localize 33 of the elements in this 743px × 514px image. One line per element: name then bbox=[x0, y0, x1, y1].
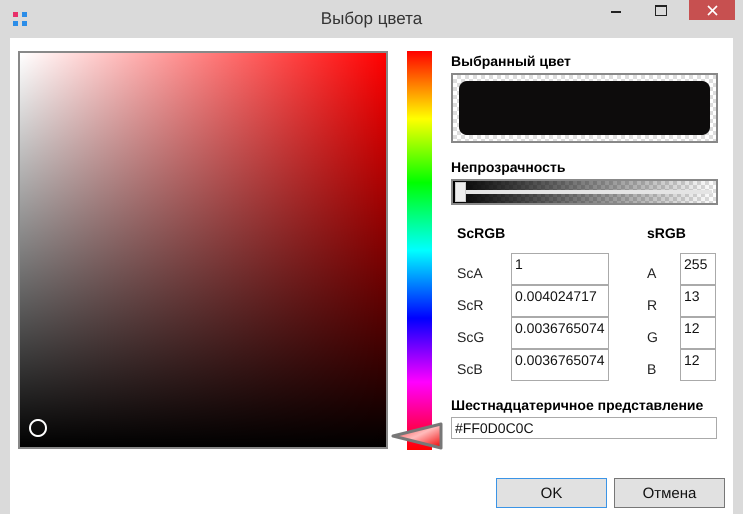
scrgb-heading: ScRGB bbox=[457, 225, 506, 243]
maximize-icon bbox=[655, 4, 667, 16]
app-icon bbox=[13, 12, 27, 26]
value-field[interactable]: 0.0036765074 bbox=[511, 317, 609, 349]
close-icon bbox=[706, 4, 718, 16]
selected-color-label: Выбранный цвет bbox=[451, 53, 571, 69]
field-label: A bbox=[647, 264, 656, 281]
value-field[interactable]: 1 bbox=[511, 253, 609, 285]
value-field[interactable]: 0.004024717 bbox=[511, 285, 609, 317]
srgb-heading: sRGB bbox=[647, 225, 686, 243]
field-label: ScA bbox=[457, 264, 483, 281]
value-field[interactable]: 12 bbox=[680, 349, 716, 381]
field-label: ScR bbox=[457, 296, 484, 313]
value-field[interactable]: 0.0036765074 bbox=[511, 349, 609, 381]
hex-label: Шестнадцатеричное представление bbox=[451, 397, 704, 413]
dialog-button[interactable]: OK bbox=[496, 478, 607, 508]
dialog-button[interactable]: Отмена bbox=[614, 478, 725, 508]
field-label: G bbox=[647, 328, 658, 345]
picker-circle[interactable] bbox=[29, 419, 47, 437]
value-field[interactable]: 13 bbox=[680, 285, 716, 317]
window-title: Выбор цвета bbox=[320, 9, 422, 29]
opacity-slider[interactable] bbox=[451, 179, 718, 205]
color-field[interactable] bbox=[18, 51, 388, 449]
close-button[interactable] bbox=[689, 0, 735, 20]
field-label: ScB bbox=[457, 360, 483, 377]
opacity-label: Непрозрачность bbox=[451, 159, 566, 175]
value-field[interactable]: 255 bbox=[680, 253, 716, 285]
hex-field[interactable]: #FF0D0C0C bbox=[451, 417, 717, 439]
field-label: R bbox=[647, 296, 658, 313]
field-label: B bbox=[647, 360, 656, 377]
field-label: ScG bbox=[457, 328, 484, 345]
value-field[interactable]: 12 bbox=[680, 317, 716, 349]
slider-thumb[interactable] bbox=[455, 182, 466, 202]
